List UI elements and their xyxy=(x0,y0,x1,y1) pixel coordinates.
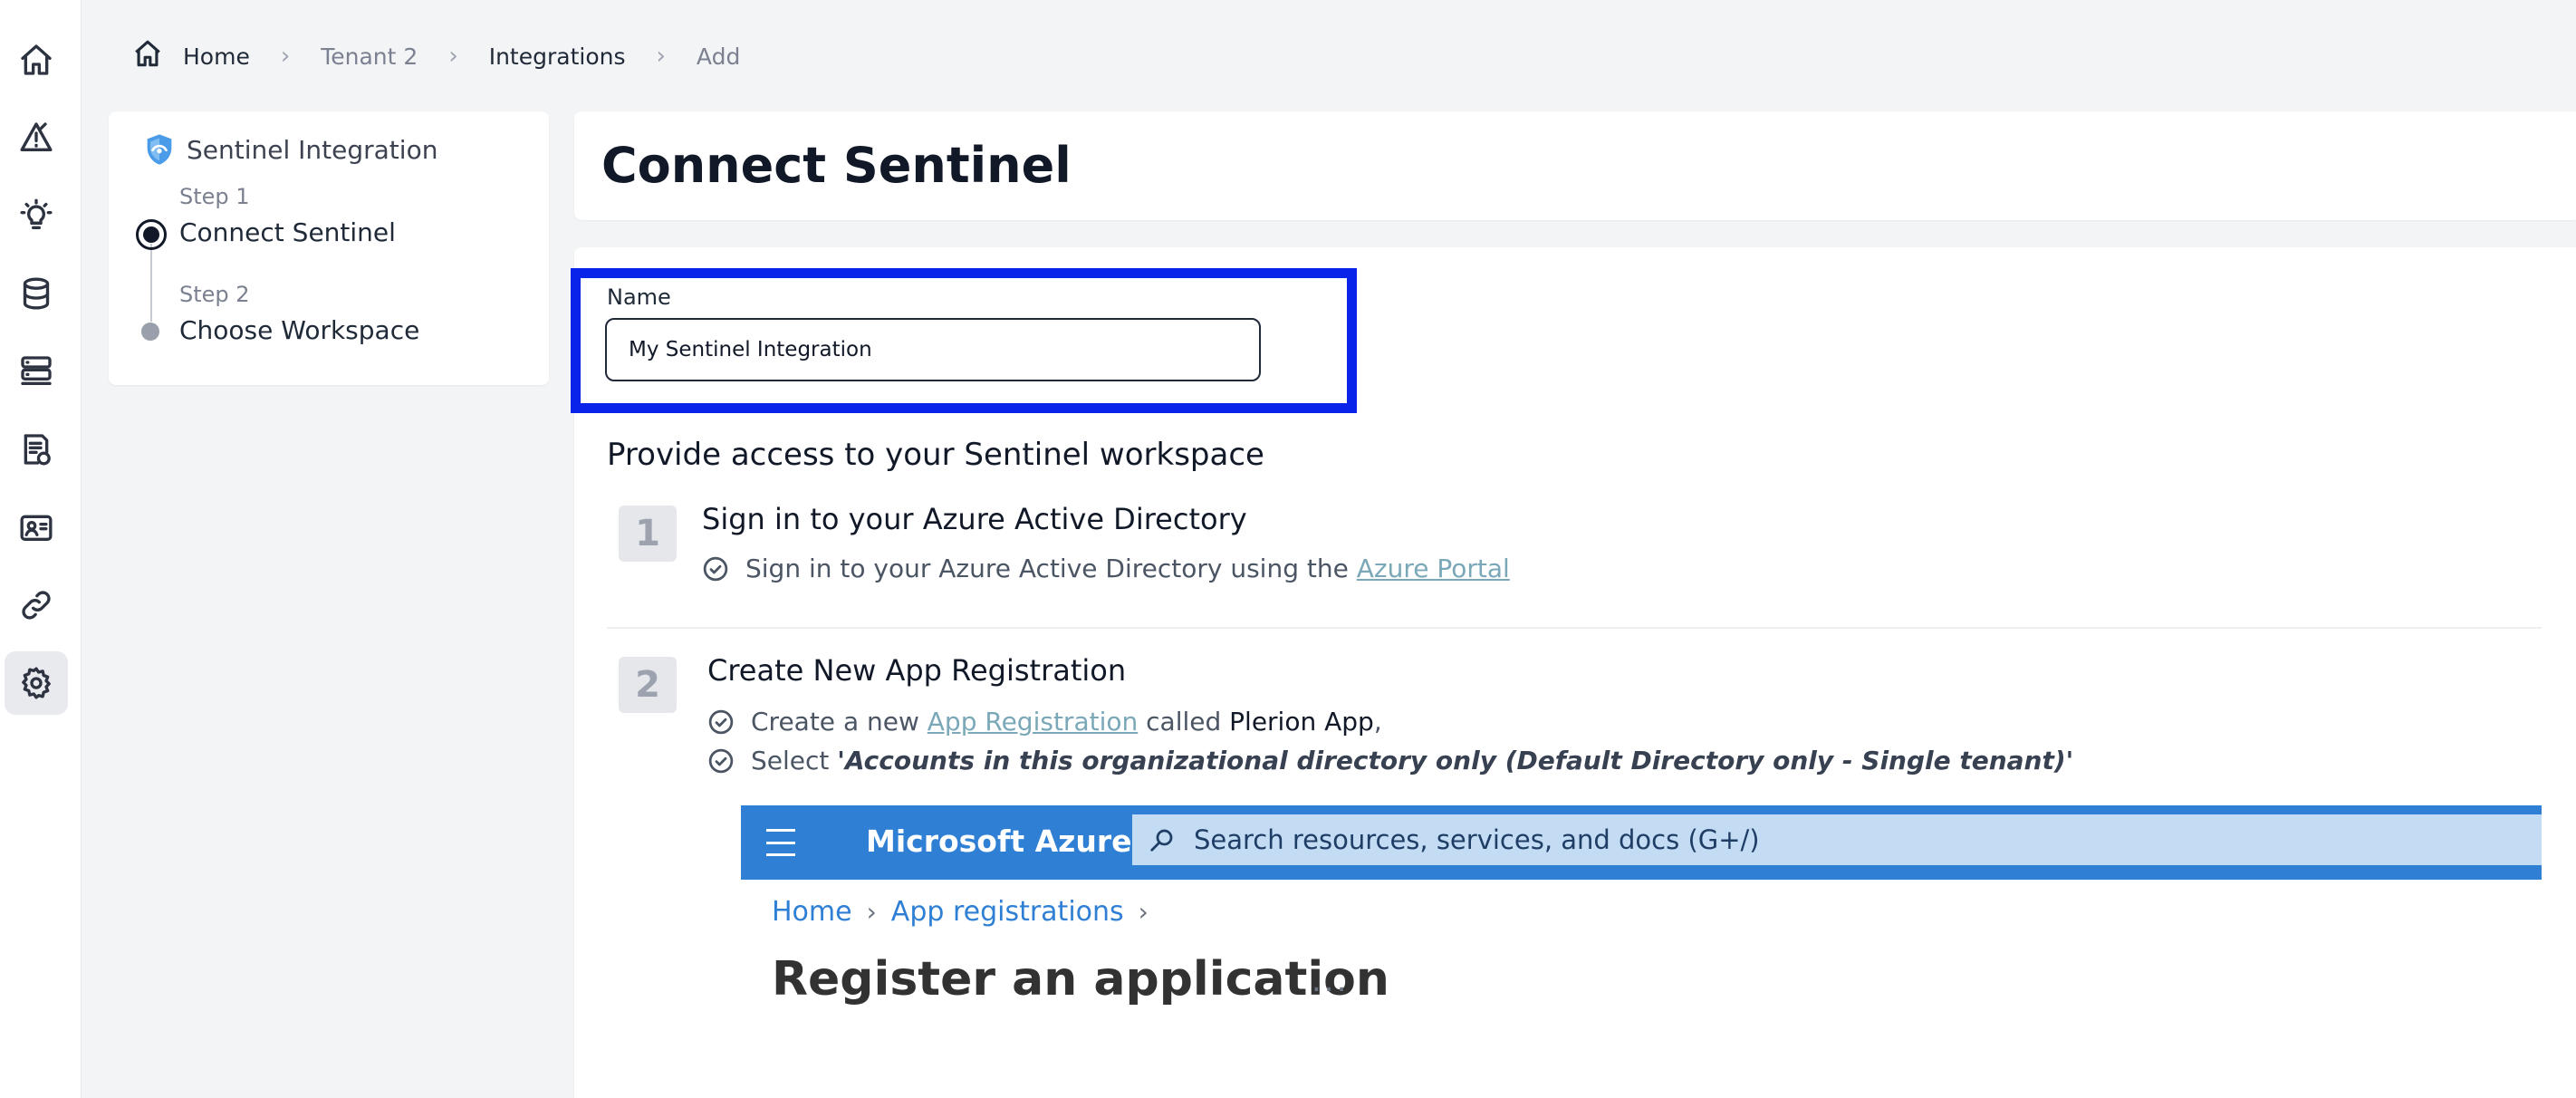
stepper-title-text: Sentinel Integration xyxy=(187,134,438,165)
name-field-label: Name xyxy=(607,284,671,310)
gear-icon xyxy=(22,667,51,699)
step-1-instruction-text: Sign in to your Azure Active Directory u… xyxy=(745,554,1357,583)
app-registration-link[interactable]: App Registration xyxy=(928,707,1138,737)
search-icon xyxy=(1150,829,1173,852)
azure-top-bar: Microsoft Azure Search resources, servic… xyxy=(741,805,2542,880)
rail-identities-button[interactable] xyxy=(5,496,68,559)
compliance-report-icon xyxy=(24,434,51,466)
step-2-instruction-1-suffix: , xyxy=(1373,707,1382,737)
rail-data-button[interactable] xyxy=(5,262,68,325)
chevron-right-icon: › xyxy=(656,43,666,70)
azure-brand: Microsoft Azure xyxy=(866,824,1132,859)
breadcrumb: Home › Tenant 2 › Integrations › Add xyxy=(132,36,740,76)
rail-settings-button[interactable] xyxy=(5,651,68,715)
step-1-instruction: Sign in to your Azure Active Directory u… xyxy=(702,554,1510,583)
tenant-option-text: 'Accounts in this organizational directo… xyxy=(837,746,2074,775)
chevron-right-icon: › xyxy=(1138,897,1149,927)
app-name-text: Plerion App xyxy=(1229,707,1374,737)
identity-card-icon xyxy=(20,515,53,541)
stepper-title: Sentinel Integration xyxy=(141,131,437,168)
breadcrumb-home-icon[interactable] xyxy=(132,38,163,74)
breadcrumb-tenant-link[interactable]: Tenant 2 xyxy=(321,43,418,70)
step-2-instruction-1-prefix: Create a new xyxy=(751,707,928,737)
more-options-icon: ... xyxy=(1312,963,1350,999)
lightbulb-icon xyxy=(20,198,53,229)
step-2-indicator xyxy=(141,323,159,341)
rail-infrastructure-button[interactable] xyxy=(5,340,68,403)
chevron-right-icon: › xyxy=(448,43,458,70)
step-2-heading: Create New App Registration xyxy=(707,653,1127,688)
check-circle-icon xyxy=(707,708,735,736)
rail-integrations-button[interactable] xyxy=(5,573,68,637)
azure-breadcrumb-home: Home xyxy=(772,896,852,928)
steps-divider xyxy=(607,627,2542,629)
alert-icon xyxy=(20,122,53,151)
database-icon xyxy=(23,277,50,310)
step-2-instruction-1-middle: called xyxy=(1138,707,1230,737)
step-2-label: Step 2 xyxy=(179,282,250,307)
step-2-instruction-2-prefix: Select xyxy=(751,746,838,775)
rail-alerts-button[interactable] xyxy=(5,106,68,169)
page-title: Connect Sentinel xyxy=(601,137,1072,194)
chevron-right-icon: › xyxy=(866,897,877,927)
azure-portal-screenshot: Microsoft Azure Search resources, servic… xyxy=(741,805,2542,1050)
step-1-heading: Sign in to your Azure Active Directory xyxy=(702,502,1247,536)
step-2-instruction-1: Create a new App Registration called Ple… xyxy=(707,707,1382,737)
integrations-link-icon xyxy=(22,591,51,620)
breadcrumb-integrations-link[interactable]: Integrations xyxy=(489,43,626,70)
step-1-label: Step 1 xyxy=(179,184,250,209)
azure-page-title: Register an application xyxy=(772,952,1389,1006)
access-section-title: Provide access to your Sentinel workspac… xyxy=(607,437,1264,473)
step-2-number-badge: 2 xyxy=(619,657,677,713)
hamburger-menu-icon xyxy=(766,829,795,856)
azure-search-bar: Search resources, services, and docs (G+… xyxy=(1132,814,2542,865)
azure-breadcrumb: Home › App registrations › xyxy=(772,896,1163,928)
rail-compliance-button[interactable] xyxy=(5,418,68,481)
page-header-card: Connect Sentinel xyxy=(574,111,2576,220)
chevron-right-icon: › xyxy=(280,43,291,70)
rail-home-button[interactable] xyxy=(5,28,68,92)
server-icon xyxy=(21,356,52,385)
step-1-number-badge: 1 xyxy=(619,506,677,562)
azure-search-placeholder: Search resources, services, and docs (G+… xyxy=(1194,824,1760,855)
step-1-name[interactable]: Connect Sentinel xyxy=(179,217,396,247)
stepper-connector xyxy=(150,244,152,322)
step-2-name[interactable]: Choose Workspace xyxy=(179,315,419,345)
breadcrumb-home-link[interactable]: Home xyxy=(183,43,250,70)
home-icon xyxy=(21,44,52,75)
step-2-instruction-2: Select 'Accounts in this organizational … xyxy=(707,746,2073,775)
step-1-active-indicator xyxy=(136,219,167,250)
azure-breadcrumb-app-registrations: App registrations xyxy=(890,896,1124,928)
check-circle-icon xyxy=(702,555,729,583)
name-input[interactable] xyxy=(605,318,1261,381)
breadcrumb-current: Add xyxy=(696,43,741,70)
sentinel-shield-icon xyxy=(147,134,172,165)
azure-portal-link[interactable]: Azure Portal xyxy=(1357,554,1510,583)
check-circle-icon xyxy=(707,747,735,775)
icon-rail xyxy=(0,0,82,1098)
integration-stepper: Sentinel Integration Step 1 Connect Sent… xyxy=(109,111,549,385)
rail-insights-button[interactable] xyxy=(5,184,68,247)
